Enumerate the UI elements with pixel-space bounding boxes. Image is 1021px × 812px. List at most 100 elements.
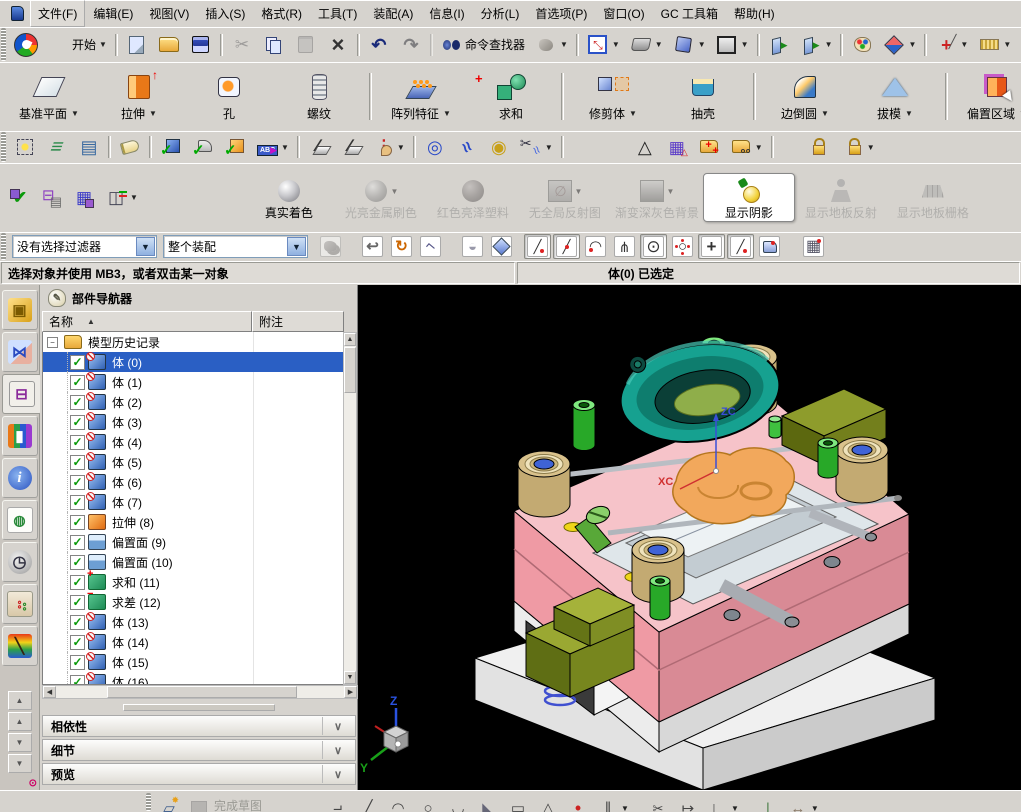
dropdown-arrow-icon[interactable]: ▼ — [390, 187, 398, 196]
body-timestamp[interactable]: 体 (15) — [43, 652, 343, 672]
scroll-down-icon[interactable]: ▼ — [344, 671, 356, 684]
rectangle[interactable]: ▼ — [504, 793, 532, 812]
redo-arrow[interactable]: ▼ — [396, 31, 433, 59]
toolbar-grip[interactable] — [1, 28, 6, 61]
binoculars[interactable]: 命令查找器 ▼ — [437, 31, 529, 59]
collapsed-panel[interactable]: 相依性 ∨ — [42, 715, 356, 737]
checkbox[interactable] — [70, 474, 85, 490]
sketch-new[interactable]: ▼ — [155, 793, 183, 812]
shaded-cube[interactable]: ▼ — [669, 31, 710, 59]
select-prev[interactable] — [359, 234, 386, 259]
tree-edit[interactable]: ▼ — [37, 184, 67, 212]
dropdown-arrow-icon[interactable]: ▼ — [71, 109, 79, 118]
touch-assist[interactable]: ▼ — [531, 31, 579, 59]
dropdown-arrow-icon[interactable]: ▼ — [397, 143, 405, 152]
polygon[interactable]: ▼ — [534, 793, 562, 812]
show-datum2[interactable]: ▼ — [796, 31, 844, 59]
body-timestamp[interactable]: 体 (4) — [43, 432, 343, 452]
chamfer-b[interactable]: ▼ — [336, 133, 366, 161]
body-timestamp[interactable]: 体 (5) — [43, 452, 343, 472]
table-tolerance[interactable]: ▼ — [662, 133, 692, 161]
verify-check[interactable]: ▼ — [5, 184, 35, 212]
rotate-point[interactable] — [388, 234, 415, 259]
dropdown-arrow-icon[interactable]: ▼ — [130, 193, 138, 202]
thread[interactable]: 螺纹▼ — [274, 68, 372, 125]
horizontal-scrollbar[interactable]: ◀ ▶ — [42, 685, 358, 699]
draft[interactable]: 拔模 ▼ — [850, 68, 948, 125]
render-style[interactable]: ▼ — [626, 31, 667, 59]
menu-item[interactable]: 分析(L) — [473, 0, 528, 27]
menu-item[interactable]: 工具(T) — [310, 0, 365, 27]
dropdown-arrow-icon[interactable]: ▼ — [960, 40, 968, 49]
snap-curve[interactable] — [582, 234, 609, 259]
crosshair[interactable]: ▼ — [931, 31, 972, 59]
undo-arrow[interactable]: ▼ — [364, 31, 394, 59]
dropdown-arrow-icon[interactable]: ▼ — [698, 40, 706, 49]
edit-text[interactable]: ▼ — [252, 133, 300, 161]
snap-plus[interactable] — [698, 234, 725, 259]
point[interactable]: ▼ — [564, 793, 592, 812]
checkbox[interactable] — [70, 674, 85, 684]
sphere-silver[interactable]: ▼ 真实着色 — [243, 173, 335, 222]
dropdown-arrow-icon[interactable]: ▼ — [629, 109, 637, 118]
body-timestamp[interactable]: 体 (16) — [43, 672, 343, 684]
snap-point-on[interactable] — [727, 234, 754, 259]
line[interactable]: ▼ — [354, 793, 382, 812]
profile[interactable]: ▼ — [324, 793, 352, 812]
measure[interactable]: ▼ — [974, 31, 1015, 59]
graphics-viewport[interactable]: ZC XC Z Y — [358, 285, 1021, 791]
gloves[interactable] — [317, 234, 344, 259]
vertical-scrollbar[interactable]: ▲ ▼ — [343, 332, 357, 685]
checkbox[interactable] — [70, 514, 85, 530]
body-timestamp[interactable]: 体 (2) — [43, 392, 343, 412]
circle[interactable]: ▼ — [414, 793, 442, 812]
reuse-library[interactable] — [1, 416, 38, 456]
body-timestamp[interactable]: 体 (0) — [43, 352, 343, 372]
lock-b[interactable]: ▼ — [838, 133, 879, 161]
chamfer-a[interactable]: ▼ — [304, 133, 334, 161]
scrollbar-thumb[interactable] — [107, 686, 297, 698]
save-floppy[interactable]: ▼ — [186, 31, 223, 59]
assembly-navigator[interactable] — [1, 290, 38, 330]
checkbox[interactable] — [70, 534, 85, 550]
dropdown-arrow-icon[interactable]: ▼ — [281, 143, 289, 152]
trim-body[interactable]: 修剪体 ▼ — [568, 68, 658, 125]
checkbox[interactable] — [70, 354, 85, 370]
checkbox[interactable] — [70, 414, 85, 430]
dropdown-arrow-icon[interactable]: ▼ — [149, 109, 157, 118]
check-feature[interactable]: ▼ — [220, 133, 250, 161]
menu-item[interactable]: 帮助(H) — [726, 0, 783, 27]
ug-logo[interactable]: ▼ — [10, 30, 42, 60]
check-body[interactable]: ▼ — [156, 133, 186, 161]
paste-clipboard[interactable]: ▼ — [291, 31, 321, 59]
collapsed-panel[interactable]: 预览 ∨ — [42, 763, 356, 785]
menu-item[interactable]: 窗口(O) — [595, 0, 652, 27]
dropdown-arrow-icon[interactable]: ▼ — [867, 143, 875, 152]
extrude[interactable]: 拉伸▼ — [94, 68, 184, 125]
dropdown-arrow-icon[interactable]: ▼ — [825, 40, 833, 49]
scroll-down[interactable]: ▼ — [7, 733, 32, 752]
extrude-small[interactable]: 拉伸 (8) — [43, 512, 343, 532]
shadow-bulb[interactable]: ▼ 显示阴影 — [702, 173, 795, 222]
tree-root-row[interactable]: − 模型历史记录 — [43, 332, 343, 352]
copy-pages[interactable]: ▼ — [259, 31, 289, 59]
check-flag[interactable]: ▼ — [188, 133, 218, 161]
dropdown-arrow-icon[interactable]: ▼ — [908, 40, 916, 49]
fillet[interactable]: ▼ — [444, 793, 472, 812]
selection-scope-combo[interactable]: 整个装配 ▼ — [163, 235, 308, 258]
cap-visor[interactable] — [459, 234, 486, 259]
offset-region[interactable]: 偏置区域▼ — [952, 68, 1021, 125]
scroll-top[interactable]: ▲ — [7, 691, 32, 710]
checkbox[interactable] — [70, 374, 85, 390]
sketch-region[interactable]: ▼ — [185, 793, 213, 812]
sketch-view[interactable]: ▼ — [101, 184, 142, 212]
shell[interactable]: 抽壳▼ — [658, 68, 756, 125]
body-timestamp[interactable]: 体 (7) — [43, 492, 343, 512]
panel-splitter[interactable] — [42, 702, 356, 713]
dropdown-arrow-icon[interactable]: ▼ — [905, 109, 913, 118]
body-timestamp[interactable]: 体 (6) — [43, 472, 343, 492]
dropdown-arrow-icon[interactable]: ▼ — [443, 109, 451, 118]
offset-face[interactable]: 偏置面 (9) — [43, 532, 343, 552]
scroll-bottom[interactable]: ▼ — [7, 754, 32, 773]
tag[interactable]: ▼ — [115, 133, 152, 161]
